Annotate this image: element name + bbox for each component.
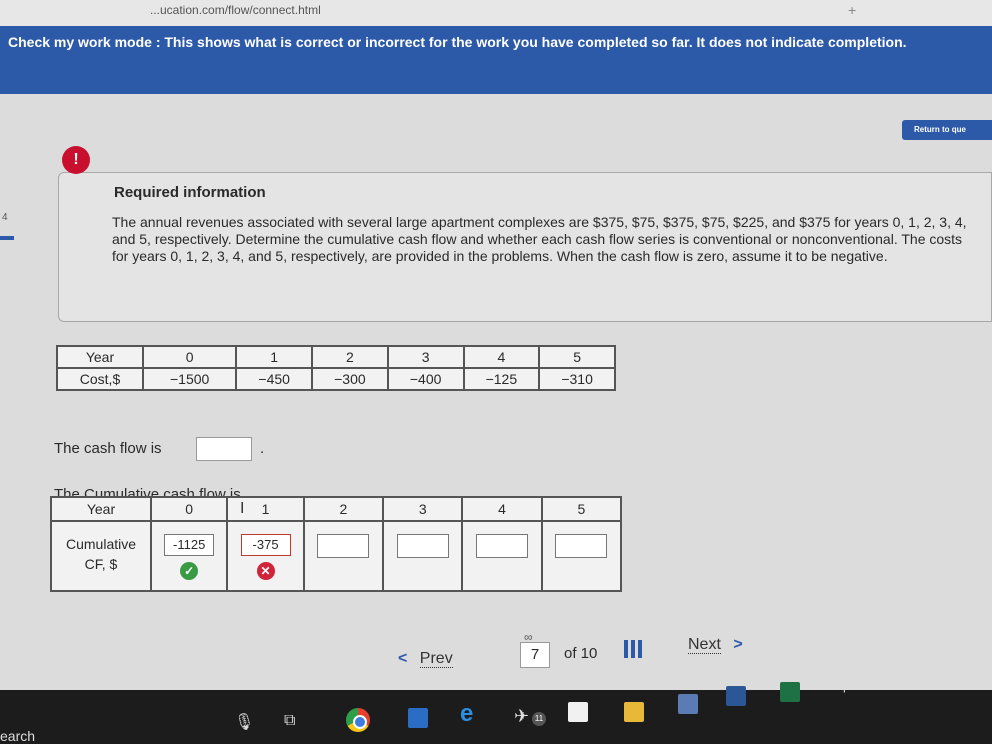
cumulative-input-1[interactable]: -375 (240, 534, 291, 556)
cost-table-header-row: Year 0 1 2 3 4 5 (56, 345, 616, 369)
cost-table-year: 3 (386, 345, 465, 369)
browser-url-bar[interactable]: ...ucation.com/flow/connect.html + (0, 0, 992, 26)
excel-icon[interactable] (780, 682, 800, 702)
cost-table-year-header: Year (56, 345, 144, 369)
cross-icon: ✕ (256, 562, 275, 580)
windows-taskbar (0, 690, 992, 744)
return-to-question-button[interactable]: Return to que (902, 120, 992, 140)
next-label: Next (688, 636, 721, 654)
check-icon: ✓ (180, 562, 199, 580)
left-nav-number[interactable]: 4 (2, 212, 8, 223)
cumulative-cell-4 (461, 520, 543, 592)
cumulative-year-header: Year (50, 496, 152, 522)
cost-table-cost-row: Cost,$ −1500 −450 −300 −400 −125 −310 (56, 367, 616, 391)
cumulative-value-row: Cumulative CF, $ -1125 ✓ -375 ✕ (50, 520, 623, 592)
cumulative-input-2[interactable] (317, 534, 370, 558)
cumulative-input-4[interactable] (476, 534, 529, 558)
notification-badge: 11 (532, 712, 546, 726)
chevron-up-icon[interactable]: ^ (880, 676, 886, 690)
microphone-icon[interactable]: 🎙 (234, 712, 254, 732)
cumulative-year: 3 (382, 496, 464, 522)
cost-table-year: 0 (141, 345, 238, 369)
page-number-input[interactable]: 7 (520, 642, 550, 668)
cost-table: Year 0 1 2 3 4 5 Cost,$ −1500 −450 −300 … (56, 345, 616, 391)
alert-icon: ! (62, 146, 90, 174)
prev-button[interactable]: < Prev (398, 650, 453, 668)
cumulative-year: 0 (149, 496, 229, 522)
cost-table-cost: −400 (386, 367, 465, 391)
people-icon[interactable]: ⚲ (840, 680, 849, 694)
chevron-right-icon: > (733, 636, 743, 653)
word-icon[interactable] (726, 686, 746, 706)
url-text[interactable]: ...ucation.com/flow/connect.html (150, 3, 321, 17)
info-title: Required information (114, 184, 266, 201)
cost-table-year: 4 (462, 345, 541, 369)
cost-table-year: 1 (235, 345, 314, 369)
cumulative-row-label-line1: Cumulative (65, 536, 137, 552)
folder-icon[interactable] (624, 702, 644, 722)
chevron-left-icon: < (398, 650, 408, 667)
vscode-icon[interactable] (408, 708, 428, 728)
prev-label: Prev (419, 650, 453, 668)
page-total: of 10 (564, 645, 598, 662)
cost-table-cost: −300 (311, 367, 389, 391)
cost-table-cost-label: Cost,$ (56, 367, 144, 391)
info-body: The annual revenues associated with seve… (112, 214, 967, 264)
chrome-icon[interactable] (346, 708, 370, 732)
cumulative-header-row: Year 0 1 2 3 4 5 (50, 496, 623, 522)
cost-table-year: 2 (311, 345, 389, 369)
banner-text: Check my work mode : This shows what is … (8, 34, 907, 50)
cost-table-year: 5 (538, 345, 616, 369)
cumulative-row-label-line2: CF, $ (84, 556, 118, 572)
cumulative-row-label: Cumulative CF, $ (50, 520, 152, 592)
cumulative-table: Year 0 1 2 3 4 5 Cumulative CF, $ -1125 … (50, 496, 623, 592)
cost-table-cost: −310 (538, 367, 616, 391)
edge-icon[interactable]: e (460, 700, 473, 728)
taskbar-search[interactable]: earch (0, 728, 35, 744)
cash-flow-label: The cash flow is (54, 440, 162, 457)
cumulative-cell-0: -1125 ✓ (149, 520, 229, 592)
cost-table-cost: −125 (462, 367, 541, 391)
left-nav-indicator (0, 236, 14, 240)
battery-icon[interactable]: ▭ (910, 672, 921, 686)
cumulative-input-0[interactable]: -1125 (164, 534, 215, 556)
new-tab-button[interactable]: + (848, 2, 856, 18)
send-icon[interactable]: ✈ (514, 706, 529, 727)
cumulative-input-3[interactable] (396, 534, 449, 558)
cumulative-cell-5 (540, 520, 623, 592)
cash-flow-suffix: . (260, 440, 265, 457)
cumulative-input-5[interactable] (555, 534, 608, 558)
cost-table-cost: −1500 (141, 367, 238, 391)
task-view-icon[interactable]: ⧉ (284, 712, 295, 730)
cumulative-year: 1 (226, 496, 305, 522)
cash-flow-dropdown[interactable] (196, 437, 252, 461)
cost-table-cost: −450 (235, 367, 314, 391)
next-button[interactable]: Next > (688, 636, 743, 654)
cumulative-cell-2 (302, 520, 385, 592)
cumulative-cell-1: -375 ✕ (226, 520, 305, 592)
volume-icon[interactable]: ◁ (950, 668, 959, 682)
text-cursor-icon: I (240, 500, 245, 517)
photos-icon[interactable] (678, 694, 698, 714)
cumulative-cell-3 (382, 520, 464, 592)
check-my-work-banner: Check my work mode : This shows what is … (0, 26, 992, 94)
grid-view-icon[interactable] (624, 640, 642, 658)
cumulative-year: 2 (302, 496, 385, 522)
store-icon[interactable] (568, 702, 588, 722)
cumulative-year: 5 (540, 496, 623, 522)
cumulative-year: 4 (461, 496, 543, 522)
